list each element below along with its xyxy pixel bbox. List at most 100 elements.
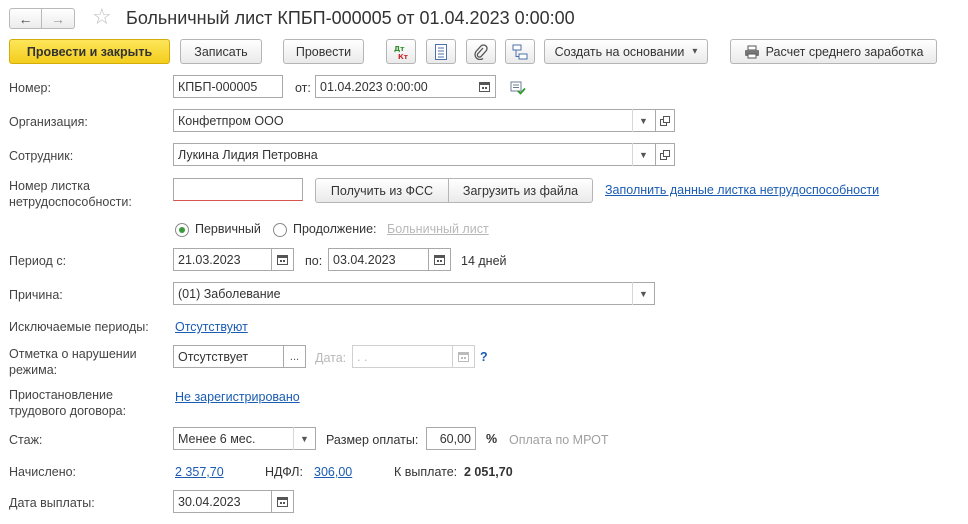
pay-date-input[interactable]: 30.04.2023 bbox=[173, 490, 272, 513]
to-pay-value: 2 051,70 bbox=[464, 465, 513, 479]
period-to-label: по: bbox=[305, 254, 323, 268]
sick-note-number-input[interactable] bbox=[173, 178, 303, 201]
violation-date-calendar-button bbox=[453, 345, 475, 368]
excluded-periods-label: Исключаемые периоды: bbox=[9, 320, 149, 334]
period-label: Период с: bbox=[9, 254, 67, 268]
attach-button[interactable] bbox=[466, 39, 496, 64]
paperclip-icon bbox=[474, 43, 488, 60]
pay-size-input[interactable]: 60,00 bbox=[426, 427, 476, 450]
suspension-link[interactable]: Не зарегистрировано bbox=[175, 390, 300, 404]
accrued-link[interactable]: 2 357,70 bbox=[175, 465, 224, 479]
accrued-label: Начислено: bbox=[9, 465, 77, 479]
reason-select[interactable]: (01) Заболевание bbox=[173, 282, 655, 305]
violation-select-button[interactable]: ... bbox=[284, 345, 306, 368]
employee-label: Сотрудник: bbox=[9, 149, 74, 163]
triangle-down-icon: ▼ bbox=[639, 288, 648, 299]
suspension-label-line2: трудового договора: bbox=[9, 404, 127, 418]
radio-primary[interactable] bbox=[175, 223, 189, 237]
page-title: Больничный лист КПБП-000005 от 01.04.202… bbox=[126, 8, 575, 28]
favorite-star-icon[interactable]: ☆ bbox=[92, 4, 112, 30]
document-list-icon bbox=[435, 43, 447, 60]
fill-sick-note-link[interactable]: Заполнить данные листка нетрудоспособнос… bbox=[605, 183, 879, 197]
employee-dropdown-button[interactable]: ▼ bbox=[632, 143, 654, 166]
back-button[interactable]: ← bbox=[9, 8, 42, 29]
violation-label-line2: режима: bbox=[9, 363, 58, 377]
organization-open-button[interactable] bbox=[656, 109, 675, 132]
organization-value: Конфетпром ООО bbox=[178, 113, 284, 128]
experience-value: Менее 6 мес. bbox=[178, 431, 256, 446]
employee-value: Лукина Лидия Петровна bbox=[178, 147, 318, 162]
employee-input[interactable]: Лукина Лидия Петровна bbox=[173, 143, 656, 166]
average-earnings-button[interactable]: Расчет среднего заработка bbox=[730, 39, 937, 64]
radio-continuation[interactable] bbox=[273, 223, 287, 237]
arrow-right-icon: → bbox=[51, 10, 65, 27]
suspension-label-line1: Приостановление bbox=[9, 388, 113, 402]
excluded-periods-link[interactable]: Отсутствуют bbox=[175, 320, 248, 334]
dtkt-icon: Дт Кт bbox=[394, 45, 409, 61]
fss-status-button[interactable] bbox=[510, 81, 526, 98]
arrow-left-icon: ← bbox=[18, 10, 33, 27]
radio-continuation-label: Продолжение: bbox=[293, 222, 377, 236]
employee-open-button[interactable] bbox=[656, 143, 675, 166]
forward-button[interactable]: → bbox=[42, 8, 75, 29]
organization-input[interactable]: Конфетпром ООО bbox=[173, 109, 656, 132]
triangle-down-icon: ▼ bbox=[639, 115, 648, 126]
radio-primary-label: Первичный bbox=[195, 222, 261, 236]
violation-label-line1: Отметка о нарушении bbox=[9, 347, 137, 361]
triangle-down-icon: ▼ bbox=[300, 433, 309, 444]
organization-dropdown-button[interactable]: ▼ bbox=[632, 109, 654, 132]
violation-date-input: . . bbox=[352, 345, 453, 368]
pay-size-label: Размер оплаты: bbox=[326, 433, 419, 447]
period-to-input[interactable]: 03.04.2023 bbox=[328, 248, 429, 271]
number-input[interactable]: КПБП-000005 bbox=[173, 75, 283, 98]
calendar-icon bbox=[277, 497, 288, 507]
get-from-fss-button[interactable]: Получить из ФСС bbox=[315, 178, 449, 203]
ellipsis-icon: ... bbox=[289, 350, 300, 363]
document-date-input[interactable]: 01.04.2023 0:00:00 bbox=[315, 75, 475, 98]
period-from-input[interactable]: 21.03.2023 bbox=[173, 248, 272, 271]
list-button[interactable] bbox=[426, 39, 456, 64]
sick-note-label-line1: Номер листка bbox=[9, 179, 90, 193]
calendar-icon bbox=[458, 352, 469, 362]
document-date-calendar-button[interactable] bbox=[474, 75, 496, 98]
violation-help-icon[interactable]: ? bbox=[480, 350, 488, 364]
sick-note-label-line2: нетрудоспособности: bbox=[9, 195, 132, 209]
svg-text:Кт: Кт bbox=[398, 53, 409, 61]
violation-input[interactable]: Отсутствует bbox=[173, 345, 284, 368]
dtkt-button[interactable]: Дт Кт bbox=[386, 39, 416, 64]
experience-label: Стаж: bbox=[9, 433, 43, 447]
pay-date-label: Дата выплаты: bbox=[9, 496, 95, 510]
number-label: Номер: bbox=[9, 81, 51, 95]
average-earnings-label: Расчет среднего заработка bbox=[765, 44, 924, 59]
violation-date-label: Дата: bbox=[315, 351, 347, 365]
pay-date-calendar-button[interactable] bbox=[272, 490, 294, 513]
reason-value: (01) Заболевание bbox=[178, 286, 281, 301]
percent-sign: % bbox=[486, 432, 498, 446]
load-from-file-button[interactable]: Загрузить из файла bbox=[448, 178, 593, 203]
printer-icon bbox=[744, 45, 759, 58]
calendar-icon bbox=[277, 255, 288, 265]
period-days: 14 дней bbox=[461, 254, 507, 268]
ndfl-link[interactable]: 306,00 bbox=[314, 465, 352, 479]
structure-button[interactable] bbox=[505, 39, 535, 64]
calendar-icon bbox=[479, 82, 490, 92]
open-window-icon bbox=[660, 115, 670, 126]
create-based-on-button[interactable]: Создать на основании ▾ bbox=[544, 39, 708, 64]
period-from-calendar-button[interactable] bbox=[272, 248, 294, 271]
post-and-close-button[interactable]: Провести и закрыть bbox=[9, 39, 170, 64]
document-check-icon bbox=[510, 81, 526, 95]
save-button[interactable]: Записать bbox=[180, 39, 262, 64]
svg-text:Дт: Дт bbox=[394, 45, 405, 53]
post-button[interactable]: Провести bbox=[283, 39, 364, 64]
continuation-sick-list-link: Больничный лист bbox=[387, 222, 489, 236]
open-window-icon bbox=[660, 149, 670, 160]
organization-label: Организация: bbox=[9, 115, 88, 129]
period-to-calendar-button[interactable] bbox=[429, 248, 451, 271]
chevron-down-icon: ▾ bbox=[692, 46, 698, 57]
reason-dropdown-button[interactable]: ▼ bbox=[632, 282, 654, 305]
reason-label: Причина: bbox=[9, 288, 63, 302]
create-based-on-label: Создать на основании bbox=[554, 44, 685, 59]
ndfl-label: НДФЛ: bbox=[265, 465, 303, 479]
experience-dropdown-button[interactable]: ▼ bbox=[293, 427, 315, 450]
document-structure-icon bbox=[512, 44, 528, 59]
